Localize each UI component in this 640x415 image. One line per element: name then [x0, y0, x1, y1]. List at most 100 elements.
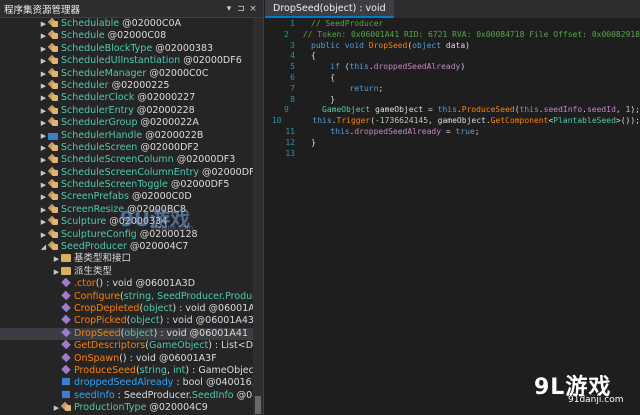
tree-item[interactable]: Configure(string, SeedProducer.Produc — [0, 290, 254, 303]
tree-item-text: OnSpawn — [74, 352, 120, 364]
cls-icon — [48, 92, 58, 102]
tree-item[interactable]: OnSpawn() : void @06001A3F — [0, 352, 254, 365]
code-text: // Token: 0x06001A41 RID: 6721 RVA: 0x00… — [303, 30, 640, 41]
tree-item[interactable]: ▶ 基类型和接口 — [0, 253, 254, 265]
tree-item[interactable]: ▶ SchedulerEntry @02000228 — [0, 105, 254, 117]
tree-item-text: SeedProducer — [61, 241, 127, 253]
tree-item-text: Sculpture — [61, 216, 107, 228]
code-token: this — [437, 105, 457, 115]
expand-arrow-icon[interactable]: ▶ — [52, 402, 61, 414]
tree-item[interactable]: ▶ SchedulerGroup @0200022A — [0, 117, 254, 129]
expand-arrow-icon[interactable]: ▶ — [39, 30, 48, 42]
tree-item[interactable]: seedInfo : SeedProducer.SeedInfo @04 — [0, 390, 254, 402]
close-icon[interactable]: × — [247, 4, 259, 14]
code-line: 4{ — [265, 51, 640, 62]
tree-item[interactable]: CropPicked(object) : void @06001A43 — [0, 315, 254, 327]
field-icon — [62, 378, 70, 386]
tab-dropseed[interactable]: DropSeed(object) : void — [265, 0, 394, 18]
code-view[interactable]: 1 // SeedProducer 2 // Token: 0x06001A41 RI… — [265, 19, 640, 159]
tree-item-text: Scheduler — [61, 79, 109, 91]
dropdown-icon[interactable]: ▾ — [223, 4, 235, 14]
expand-arrow-icon[interactable]: ▶ — [39, 43, 48, 55]
code-token: true — [455, 126, 475, 136]
tree-item[interactable]: ▶ Schedule @02000C08 — [0, 30, 254, 42]
expand-arrow-icon[interactable]: ▶ — [39, 179, 48, 191]
expand-arrow-icon[interactable]: ▶ — [39, 130, 48, 142]
code-line: 2 // Token: 0x06001A41 RID: 6721 RVA: 0x0… — [265, 30, 640, 41]
code-line: 3 public void DropSeed(object data) — [265, 41, 640, 52]
expand-arrow-icon[interactable]: ▶ — [39, 68, 48, 80]
tree-item[interactable]: ▶ SchedulerClock @02000227 — [0, 92, 254, 104]
cls-icon — [48, 154, 58, 164]
code-token: this — [519, 105, 539, 115]
tree-item[interactable]: CropDepleted(object) : void @06001A4 — [0, 302, 254, 315]
tree-item[interactable]: ▶ Schedulable @02000C0A — [0, 18, 254, 30]
tree-item[interactable]: ▶ 派生类型 — [0, 266, 254, 278]
expand-arrow-icon[interactable]: ▶ — [39, 216, 48, 228]
tree-item-text: @02000C08 — [104, 30, 167, 42]
expand-arrow-icon[interactable]: ▶ — [39, 92, 48, 104]
tree-item[interactable]: ▶ ScheduleScreenColumn @02000DF3 — [0, 154, 254, 166]
tree-item-text: CropDepleted — [74, 302, 140, 314]
expand-arrow-icon[interactable]: ▶ — [52, 253, 61, 265]
tree-item-text: droppedSeedAlready — [74, 377, 174, 389]
tree-item-text: Configure — [74, 290, 121, 302]
code-line: 9 GameObject gameObject = this.ProduceSe… — [265, 105, 640, 116]
tree-item-text: @02000DF3 — [173, 154, 236, 166]
expand-arrow-icon[interactable]: ▶ — [39, 191, 48, 203]
tree-item[interactable]: ProduceSeed(string, int) : GameObject — [0, 364, 254, 377]
scrollbar-thumb[interactable] — [255, 396, 261, 414]
expand-arrow-icon[interactable]: ▶ — [39, 80, 48, 92]
code-token: ; — [474, 126, 480, 136]
expand-arrow-icon[interactable]: ▶ — [39, 55, 48, 67]
tree-item[interactable]: droppedSeedAlready : bool @0400163 — [0, 377, 254, 389]
expand-arrow-icon[interactable]: ▶ — [39, 229, 48, 241]
tree-item-text: 基类型和接口 — [74, 253, 132, 265]
expand-arrow-icon[interactable]: ▶ — [39, 18, 48, 30]
tree-item[interactable]: ▶ ScheduleManager @02000C0C — [0, 68, 254, 80]
code-line: 13 — [265, 149, 640, 160]
tree-item[interactable]: ▶ ProductionType @020004C9 — [0, 402, 254, 414]
tree-item[interactable]: ▶ ScheduleScreenToggle @02000DF5 — [0, 179, 254, 191]
tree-item[interactable]: ◢ SeedProducer @020004C7 — [0, 241, 254, 253]
line-number: 13 — [285, 148, 295, 158]
panel-title-bar: 程序集资源管理器 ▾ ⊐ × — [0, 0, 263, 18]
fold-gutter — [295, 30, 303, 41]
tree-item[interactable]: ▶ ScreenPrefabs @02000C0D — [0, 191, 254, 203]
code-token: seedId — [586, 105, 616, 115]
tree-item[interactable]: .ctor() : void @06001A3D — [0, 278, 254, 290]
tree-item[interactable]: ▶ ScheduledUIInstantiation @02000DF6 — [0, 55, 254, 67]
tree-item[interactable]: DropSeed(object) : void @06001A41 — [0, 327, 254, 341]
meth-icon — [61, 327, 71, 337]
expand-arrow-icon[interactable]: ▶ — [39, 167, 48, 179]
tree-item-text: ScheduleScreenToggle — [61, 179, 168, 191]
code-token: ; — [378, 83, 384, 93]
line-number: 5 — [290, 62, 295, 72]
tree-scrollbar[interactable] — [253, 18, 263, 415]
expand-arrow-icon[interactable]: ▶ — [39, 142, 48, 154]
code-line: 12} — [265, 138, 640, 149]
expand-arrow-icon[interactable]: ▶ — [39, 154, 48, 166]
code-token: } — [311, 137, 316, 147]
code-line: 8 } — [265, 95, 640, 106]
fold-gutter — [301, 51, 311, 62]
tree-item[interactable]: ▶ ScheduleScreenColumnEntry @02000DF4 — [0, 167, 254, 179]
code-text: // SeedProducer — [311, 19, 383, 30]
tree-item[interactable]: ▶ Scheduler @02000225 — [0, 80, 254, 92]
expand-arrow-icon[interactable]: ▶ — [52, 266, 61, 278]
tree-item-text: ScheduleBlockType — [61, 42, 153, 54]
tree-item-text: : bool @0400163 — [173, 377, 254, 389]
fold-gutter — [301, 62, 311, 73]
tree-item[interactable]: ▶ ScheduleScreen @02000DF2 — [0, 142, 254, 154]
expand-arrow-icon[interactable]: ◢ — [39, 241, 48, 253]
cls-icon — [48, 55, 58, 65]
expand-arrow-icon[interactable]: ▶ — [39, 117, 48, 129]
tree-item[interactable]: ▶ SchedulerHandle @0200022B — [0, 130, 254, 142]
expand-arrow-icon[interactable]: ▶ — [39, 204, 48, 216]
pin-icon[interactable]: ⊐ — [235, 4, 247, 14]
tree-item[interactable]: GetDescriptors(GameObject) : List<Des — [0, 339, 254, 352]
tree-item-text: DropSeed — [74, 327, 121, 339]
tree-item[interactable]: ▶ ScheduleBlockType @02000383 — [0, 43, 254, 55]
line-number: 9 — [283, 105, 289, 115]
expand-arrow-icon[interactable]: ▶ — [39, 105, 48, 117]
